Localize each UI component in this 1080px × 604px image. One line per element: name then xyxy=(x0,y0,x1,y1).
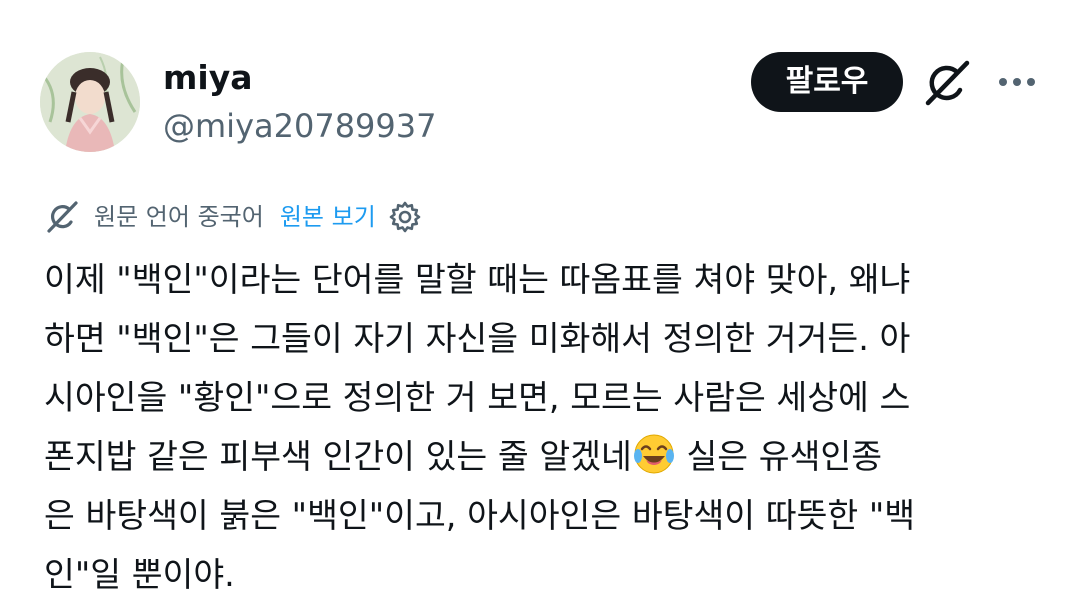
translation-bar: 원문 언어 중국어 원본 보기 xyxy=(44,197,422,237)
tweet-text: 이제 "백인"이라는 단어를 말할 때는 따옴표를 쳐야 맞아, 왜냐 하면 "… xyxy=(44,250,1054,604)
show-original-link[interactable]: 원본 보기 xyxy=(280,199,376,235)
grok-icon xyxy=(925,60,970,106)
tweet-line: 시아인을 "황인"으로 정의한 거 보면, 모르는 사람은 세상에 스 xyxy=(44,378,911,417)
tweet-line-part: 실은 유색인종 xyxy=(675,437,883,476)
avatar-image xyxy=(40,52,140,152)
gear-icon[interactable] xyxy=(388,200,422,234)
author-handle[interactable]: @miya20789937 xyxy=(163,106,436,146)
grok-icon xyxy=(47,201,78,233)
more-dots-icon xyxy=(999,78,1035,86)
tweet-line: 폰지밥 같은 피부색 인간이 있는 줄 알겠네 실은 유색인종 xyxy=(44,427,1054,486)
tweet-line: 인"일 뿐이야. xyxy=(44,555,235,594)
tweet-line: 이제 "백인"이라는 단어를 말할 때는 따옴표를 쳐야 맞아, 왜냐 xyxy=(44,260,911,299)
grok-button[interactable] xyxy=(920,56,974,110)
tweet-line: 하면 "백인"은 그들이 자기 자신을 미화해서 정의한 거거든. 아 xyxy=(44,319,911,358)
tweet-line-part: 폰지밥 같은 피부색 인간이 있는 줄 알겠네 xyxy=(44,437,632,476)
more-button[interactable] xyxy=(995,62,1039,102)
face-with-tears-of-joy-icon xyxy=(633,434,674,474)
follow-button[interactable]: 팔로우 xyxy=(751,52,903,112)
tweet-line: 은 바탕색이 붉은 "백인"이고, 아시아인은 바탕색이 따뜻한 "백 xyxy=(44,496,916,535)
author-display-name[interactable]: miya xyxy=(163,58,252,98)
translation-source-label: 원문 언어 중국어 xyxy=(94,203,264,231)
avatar[interactable] xyxy=(40,52,140,152)
